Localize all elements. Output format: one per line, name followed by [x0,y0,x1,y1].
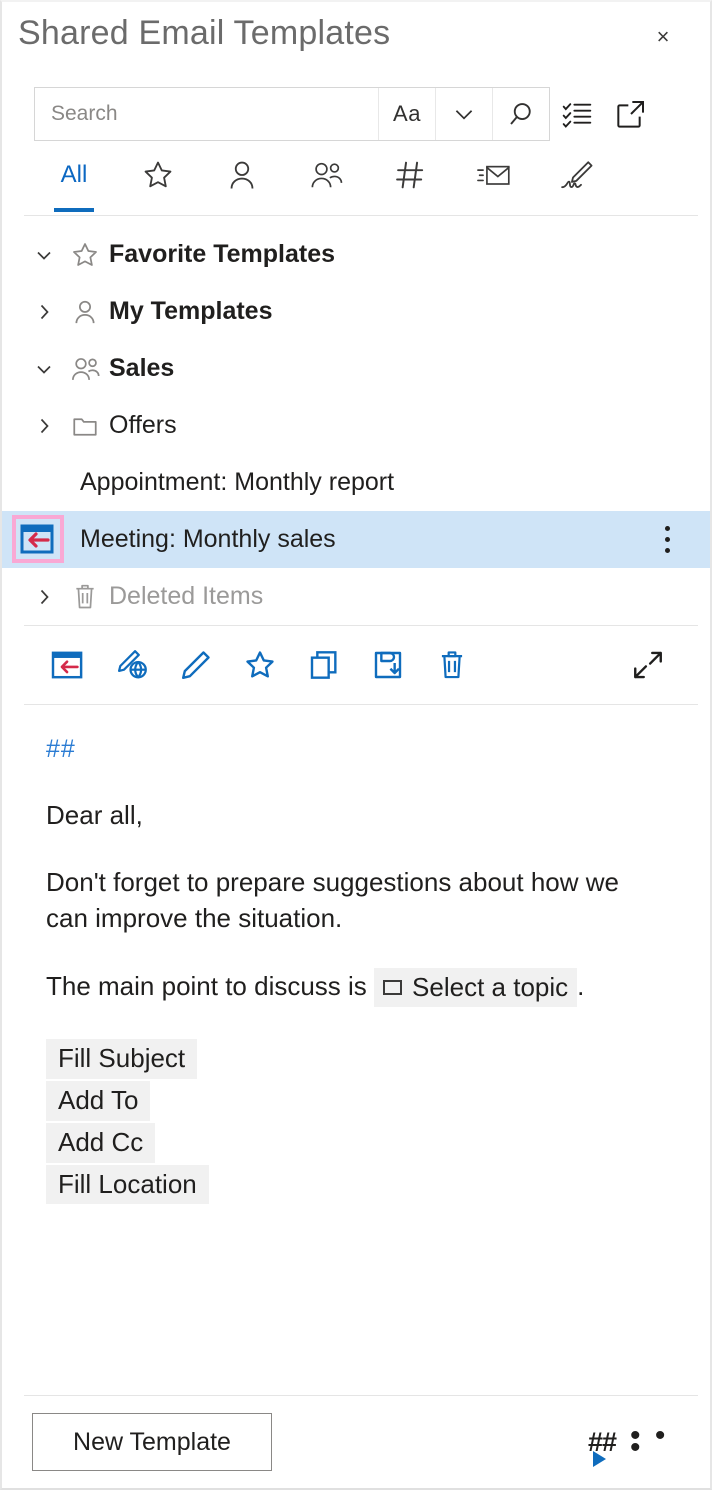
checklist-icon[interactable] [550,87,604,141]
template-preview: ## Dear all, Don't forget to prepare sug… [2,705,710,1395]
tab-all-label: All [60,161,88,188]
tab-active-underline [54,208,94,212]
match-case-icon[interactable]: Aa [378,88,435,140]
chevron-down-icon[interactable] [435,88,492,140]
macro-chip-list: Fill Subject Add To Add Cc Fill Location [46,1039,686,1205]
footer-bar: New Template ## • • • [2,1396,710,1488]
kebab-dot [664,537,670,542]
macro-chip-select-a-topic[interactable]: Select a topic [374,968,578,1008]
macro-chip-fill-subject[interactable]: Fill Subject [46,1039,198,1080]
kebab-dot [664,526,670,531]
close-icon[interactable]: × [650,24,676,50]
star-icon [64,240,106,270]
macro-chip-add-cc[interactable]: Add Cc [46,1122,156,1163]
open-in-new-window-icon[interactable] [604,87,658,141]
dropdown-square-icon [383,980,403,996]
tab-macros[interactable] [368,150,452,212]
people-icon [308,158,344,192]
person-icon [225,158,259,192]
envelope-icon [476,159,512,191]
expand-icon[interactable] [616,637,680,693]
tab-my-templates[interactable] [200,150,284,212]
favorite-star-icon[interactable] [228,637,292,693]
preview-paragraph-macro-line: The main point to discuss is Select a to… [46,968,646,1008]
star-icon [141,158,175,192]
tree-row-label: My Templates [109,297,273,325]
save-icon[interactable] [356,637,420,693]
people-icon [64,355,106,383]
copy-icon[interactable] [292,637,356,693]
tree-row-template-meeting[interactable]: Meeting: Monthly sales [2,511,710,568]
chevron-down-icon[interactable] [24,243,64,267]
search-bar: Aa [2,78,710,150]
tab-mailings[interactable] [452,150,536,212]
search-input[interactable] [35,88,378,140]
preview-hash-line: ## [46,735,76,763]
chevron-right-icon[interactable] [24,585,64,609]
delete-trash-icon[interactable] [420,637,484,693]
hash-icon [393,158,427,192]
tree-row-deleted-items[interactable]: Deleted Items [2,568,710,625]
shared-email-templates-panel: Shared Email Templates × Aa [0,0,712,1490]
tree-row-label: Favorite Templates [109,240,336,268]
trash-icon [64,582,106,612]
folder-icon [64,412,106,440]
kebab-dot [664,548,670,553]
more-options-label: • • • [630,1419,669,1464]
template-tree: Favorite Templates My Templates Sales Of… [2,216,710,625]
preview-paragraph-greeting: Dear all, [46,800,143,830]
chevron-right-icon[interactable] [24,414,64,438]
page-title: Shared Email Templates [18,14,391,52]
preview-paragraph-body: Don't forget to prepare suggestions abou… [46,867,619,933]
macro-chip-fill-location[interactable]: Fill Location [46,1164,209,1205]
template-action-toolbar [2,626,710,704]
new-template-button[interactable]: New Template [32,1413,272,1471]
paste-template-icon[interactable] [36,637,100,693]
preview-sentence-suffix: . [577,971,585,1002]
macro-chip-label: Select a topic [412,972,569,1003]
chevron-right-icon[interactable] [24,300,64,324]
tree-row-label: Sales [109,354,175,382]
more-options-icon[interactable]: • • • [630,1414,686,1470]
search-icon[interactable] [492,88,549,140]
tree-row-label: Appointment: Monthly report [80,468,395,496]
tree-row-label: Meeting: Monthly sales [80,525,336,553]
play-triangle-icon [592,1450,606,1467]
tab-signatures[interactable] [536,150,620,212]
person-icon [64,298,106,326]
signature-icon [560,158,596,192]
tree-row-sales[interactable]: Sales [2,340,710,397]
tree-row-offers[interactable]: Offers [2,397,710,454]
tree-row-my-templates[interactable]: My Templates [2,283,710,340]
tab-strip: All [2,150,710,216]
edit-pencil-icon[interactable] [164,637,228,693]
tab-all[interactable]: All [32,150,116,212]
edit-in-web-icon[interactable] [100,637,164,693]
title-bar: Shared Email Templates × [2,2,710,78]
row-more-options-icon[interactable] [650,511,684,568]
chevron-down-icon[interactable] [24,357,64,381]
macro-chip-add-to[interactable]: Add To [46,1081,151,1121]
tree-row-favorite-templates[interactable]: Favorite Templates [2,226,710,283]
tree-row-label: Deleted Items [109,582,264,610]
preview-sentence-prefix: The main point to discuss is [46,971,367,1002]
tree-row-label: Offers [109,411,177,439]
tab-favorites[interactable] [116,150,200,212]
tab-team-templates[interactable] [284,150,368,212]
search-box: Aa [34,87,550,141]
tree-row-template-appointment[interactable]: Appointment: Monthly report [2,454,710,511]
macros-icon[interactable]: ## [574,1414,630,1470]
paste-template-icon[interactable] [20,523,56,555]
